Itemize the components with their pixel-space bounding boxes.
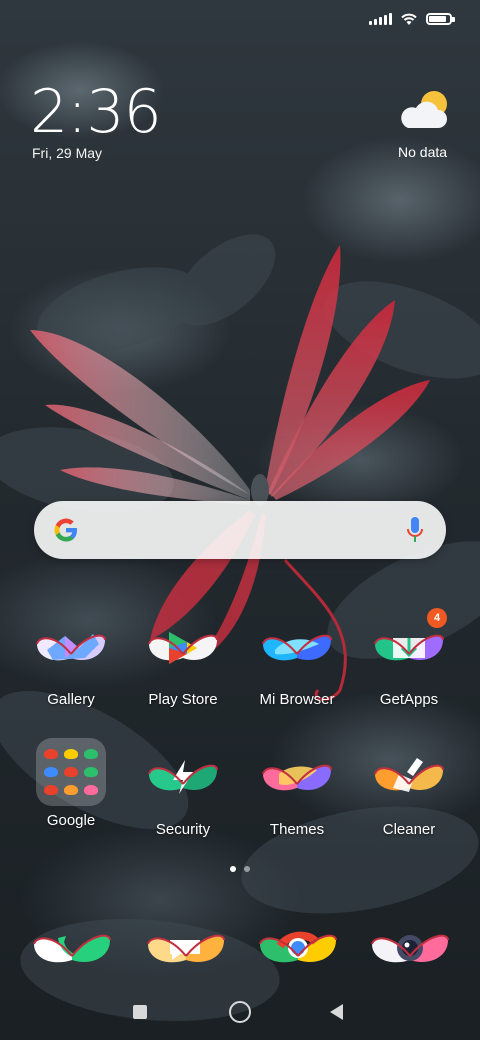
app-label: Cleaner [382, 821, 436, 838]
google-g-icon [54, 518, 77, 542]
messaging-icon[interactable] [146, 912, 226, 976]
signal-icon [369, 13, 392, 25]
play-store-icon [148, 632, 218, 664]
app-cleaner[interactable]: Cleaner [354, 744, 464, 838]
camera-icon[interactable] [370, 912, 450, 976]
weather-status[interactable]: No data [398, 144, 447, 160]
app-mi-browser[interactable]: Mi Browser [242, 614, 352, 708]
app-label: Google [46, 812, 96, 829]
app-themes[interactable]: Themes [242, 744, 352, 838]
app-play-store[interactable]: Play Store [128, 614, 238, 708]
app-gallery[interactable]: Gallery [16, 614, 126, 708]
wifi-icon [401, 13, 417, 25]
recent-apps-icon[interactable] [133, 1005, 147, 1019]
themes-icon [262, 764, 332, 791]
app-label: GetApps [379, 691, 439, 708]
back-icon[interactable] [330, 1004, 343, 1020]
navigation-bar [0, 990, 480, 1034]
page-indicator [0, 866, 480, 872]
status-bar [0, 0, 480, 44]
app-security[interactable]: Security [128, 744, 238, 838]
google-search-bar[interactable] [34, 501, 446, 559]
page-dot-2[interactable] [244, 866, 250, 872]
folder-google[interactable]: Google [16, 738, 126, 829]
app-getapps[interactable]: 4 GetApps [354, 608, 464, 708]
notification-badge: 4 [427, 608, 447, 628]
chrome-icon[interactable] [258, 912, 338, 976]
page-dot-1[interactable] [230, 866, 236, 872]
app-label: Gallery [47, 691, 95, 708]
status-icons [369, 12, 455, 26]
app-label: Mi Browser [259, 691, 335, 708]
gallery-icon [36, 634, 106, 661]
battery-icon [426, 13, 455, 25]
google-folder-icon [36, 738, 106, 806]
phone-icon[interactable] [32, 912, 112, 976]
home-icon[interactable] [229, 1001, 251, 1023]
partly-cloudy-icon[interactable] [398, 88, 454, 134]
clock-time[interactable]: 2:36 [30, 82, 162, 142]
security-icon [148, 760, 218, 794]
app-label: Themes [269, 821, 325, 838]
microphone-icon[interactable] [406, 516, 424, 544]
battery-level [429, 16, 446, 22]
mi-browser-icon [262, 634, 332, 661]
cleaner-icon [374, 758, 444, 792]
clock-date[interactable]: Fri, 29 May [32, 145, 102, 161]
app-label: Play Store [148, 691, 218, 708]
app-label: Security [155, 821, 211, 838]
